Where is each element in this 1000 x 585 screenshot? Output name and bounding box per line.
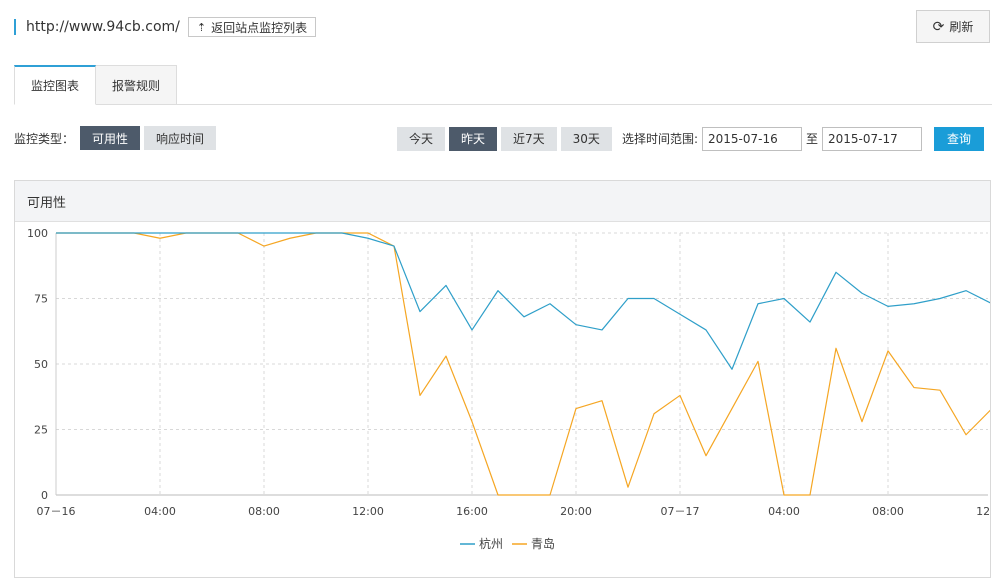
refresh-label: 刷新 — [949, 20, 974, 34]
x-tick-label: 08:00 — [872, 505, 904, 518]
monitor-type-label: 监控类型： — [14, 131, 75, 146]
tab-bar: 监控图表 报警规则 — [14, 65, 992, 105]
range-today-button[interactable]: 今天 — [396, 126, 445, 151]
y-tick-label: 25 — [34, 424, 48, 437]
range-yesterday-button[interactable]: 昨天 — [449, 126, 498, 151]
time-range-group: 今天 昨天 近7天 30天 选择时间范围: 至 查询 — [396, 126, 984, 151]
time-range-label: 选择时间范围: — [621, 132, 698, 146]
x-tick-label: 20:00 — [560, 505, 592, 518]
end-date-field[interactable] — [822, 126, 922, 151]
tab-alarm-rules[interactable]: 报警规则 — [96, 65, 178, 105]
x-tick-label: 04:00 — [768, 505, 800, 518]
back-to-site-list-button[interactable]: ⇡ 返回站点监控列表 — [187, 17, 317, 37]
query-button[interactable]: 查询 — [934, 126, 984, 151]
x-tick-label: 08:00 — [248, 505, 280, 518]
site-url: http://www.94cb.com/ — [26, 19, 180, 35]
range-7days-button[interactable]: 近7天 — [501, 126, 557, 151]
availability-chart-panel: 可用性 0 25 50 75 100 07－16 04:00 08:00 12:00 16:00 2… — [14, 180, 991, 578]
type-response-time-button[interactable]: 响应时间 — [144, 126, 217, 150]
refresh-icon: ⟳ — [932, 18, 945, 35]
legend-label: 杭州 — [479, 536, 503, 551]
filter-bar: 监控类型： 可用性 响应时间 今天 昨天 近7天 30天 选择时间范围: 至 查… — [14, 126, 984, 151]
panel-title: 可用性 — [15, 181, 990, 222]
availability-line-chart: 0 25 50 75 100 07－16 04:00 08:00 12:00 16:00 20:00… — [27, 227, 990, 551]
back-button-label: 返回站点监控列表 — [211, 20, 308, 35]
type-availability-button[interactable]: 可用性 — [80, 126, 141, 150]
tab-monitor-chart[interactable]: 监控图表 — [14, 65, 97, 105]
x-tick-label: 04:00 — [144, 505, 176, 518]
x-tick-label: 12:00 — [352, 505, 384, 518]
y-tick-label: 100 — [27, 227, 48, 240]
upload-arrow-icon: ⇡ — [196, 20, 207, 34]
range-30days-button[interactable]: 30天 — [560, 126, 612, 151]
header-accent-bar — [14, 19, 16, 35]
page-header: http://www.94cb.com/ ⇡ 返回站点监控列表 — [14, 14, 317, 40]
x-tick-label: 16:00 — [456, 505, 488, 518]
legend-label: 青岛 — [531, 536, 555, 551]
x-tick-label: 07－17 — [661, 505, 700, 518]
monitor-type-group: 监控类型： 可用性 响应时间 — [14, 126, 217, 150]
x-tick-label: 12:00 — [976, 505, 990, 518]
series-line-hangzhou — [56, 232, 990, 370]
x-tick-label: 07－16 — [37, 505, 76, 518]
refresh-button[interactable]: ⟳ 刷新 — [916, 10, 990, 43]
to-label: 至 — [805, 132, 818, 146]
start-date-field[interactable] — [701, 126, 802, 151]
y-tick-label: 75 — [34, 293, 48, 306]
y-tick-label: 50 — [34, 358, 48, 371]
y-tick-label: 0 — [41, 489, 48, 502]
